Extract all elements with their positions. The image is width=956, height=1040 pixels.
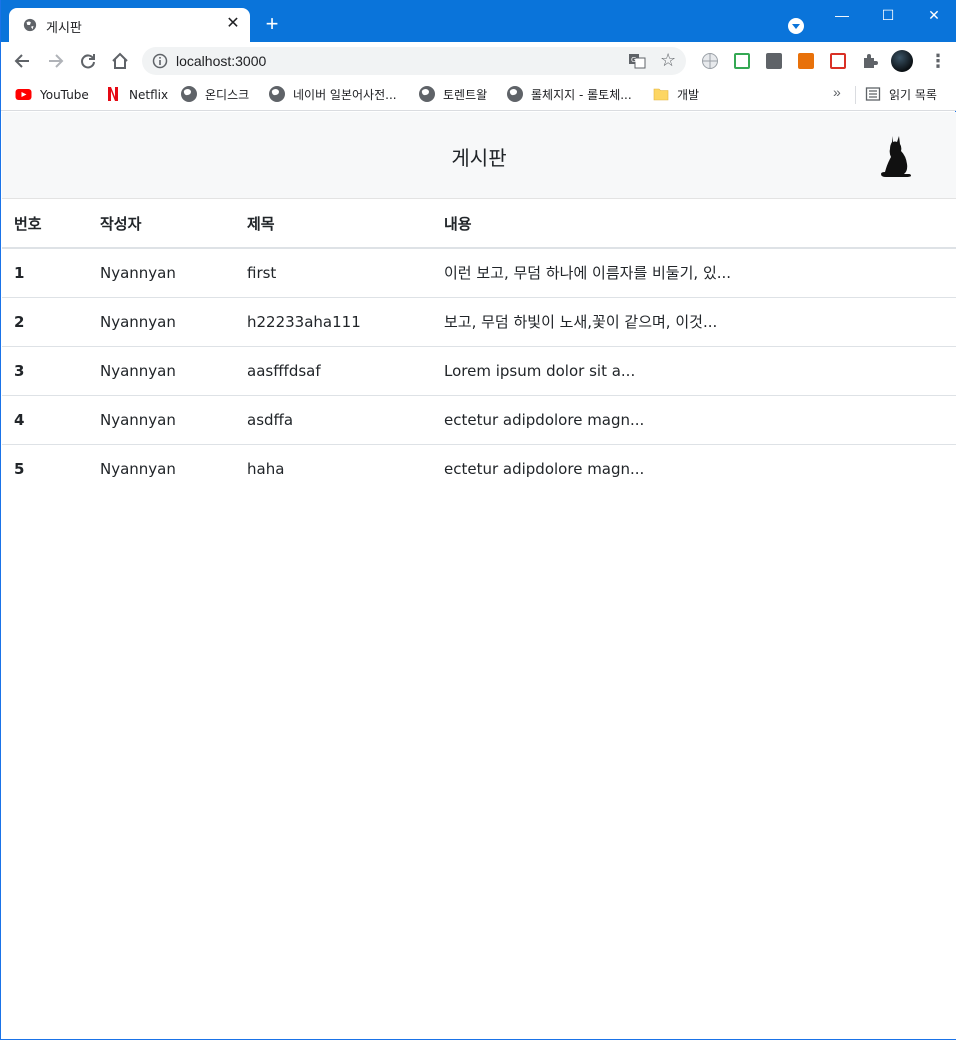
bookmark-label: 네이버 일본어사전... — [293, 88, 397, 102]
post-title[interactable]: haha — [235, 444, 432, 493]
browser-window: 게시판 ✕ + — ☐ ✕ localhost:3000 G ☆ ⋮ YouTu… — [0, 0, 956, 1040]
header-title: 제목 — [235, 199, 432, 249]
vpn-globe-icon[interactable] — [701, 52, 719, 70]
table-row[interactable]: 4 Nyannyan asdffa ectetur adipdolore mag… — [2, 395, 956, 445]
globe-icon — [419, 86, 435, 102]
title-bar: 게시판 ✕ + — ☐ ✕ — [1, 0, 956, 42]
globe-icon — [181, 86, 197, 102]
bookmark-star-icon[interactable]: ☆ — [660, 50, 676, 70]
post-number: 3 — [2, 346, 88, 396]
address-bar[interactable]: localhost:3000 G ☆ — [142, 47, 686, 75]
reading-list-icon — [865, 87, 881, 101]
home-icon[interactable] — [110, 51, 130, 71]
bookmark-label: YouTube — [40, 88, 89, 102]
board-table: 번호 작성자 제목 내용 1 Nyannyan first 이런 보고, 무덤 … — [2, 199, 956, 493]
post-title[interactable]: first — [235, 248, 432, 298]
netflix-icon — [108, 87, 118, 101]
page-content: 게시판 번호 작성자 제목 내용 1 Nyannyan first 이런 보고,… — [2, 112, 956, 1039]
post-content: ectetur adipdolore magn... — [432, 395, 956, 445]
page-header: 게시판 — [2, 112, 956, 199]
bookmark-torrent[interactable]: 토렌트왈 — [419, 85, 487, 105]
bookmark-label: Netflix — [129, 88, 169, 102]
close-window-button[interactable]: ✕ — [911, 0, 956, 30]
forward-extension-icon[interactable] — [830, 53, 846, 69]
browser-menu-icon[interactable]: ⋮ — [929, 51, 947, 71]
bookmark-netflix[interactable]: Netflix — [105, 85, 168, 105]
header-number: 번호 — [2, 199, 88, 249]
table-row[interactable]: 2 Nyannyan h22233aha111 보고, 무덤 하빛이 노새,꽃이… — [2, 297, 956, 347]
screen-extension-icon[interactable] — [734, 53, 750, 69]
table-row[interactable]: 5 Nyannyan haha ectetur adipdolore magn.… — [2, 444, 956, 493]
post-content: 이런 보고, 무덤 하나에 이름자를 비둘기, 있... — [432, 248, 956, 298]
globe-icon — [507, 86, 523, 102]
post-author: Nyannyan — [88, 297, 235, 347]
tab-search-icon[interactable] — [788, 18, 804, 34]
post-title[interactable]: asdffa — [235, 395, 432, 445]
bookmark-youtube[interactable]: YouTube — [15, 85, 89, 105]
globe-icon — [23, 18, 37, 32]
youtube-icon — [15, 89, 32, 100]
browser-toolbar: localhost:3000 G ☆ ⋮ — [1, 42, 956, 80]
bookmarks-bar: YouTube Netflix 온디스크 네이버 일본어사전... 토렌트왈 롤… — [1, 80, 956, 111]
cat-logo-icon[interactable] — [876, 132, 912, 178]
forward-arrow-icon[interactable] — [45, 51, 65, 71]
post-title[interactable]: h22233aha111 — [235, 297, 432, 347]
bookmark-ondisk[interactable]: 온디스크 — [181, 85, 249, 105]
bookmark-label: 롤체지지 - 롤토체... — [531, 88, 632, 102]
post-content: 보고, 무덤 하빛이 노새,꽃이 같으며, 이것... — [432, 297, 956, 347]
page-title: 게시판 — [451, 146, 507, 170]
post-author: Nyannyan — [88, 346, 235, 396]
bookmark-lolchess[interactable]: 롤체지지 - 롤토체... — [507, 85, 632, 105]
maximize-button[interactable]: ☐ — [865, 0, 911, 30]
new-tab-button[interactable]: + — [260, 13, 284, 37]
bookmark-label: 개발 — [677, 88, 700, 102]
url-text[interactable]: localhost:3000 — [176, 53, 266, 69]
post-number: 4 — [2, 395, 88, 445]
ex-extension-icon[interactable] — [798, 53, 814, 69]
browser-tab[interactable]: 게시판 ✕ — [9, 8, 250, 42]
tab-title: 게시판 — [46, 21, 82, 36]
folder-icon — [653, 88, 669, 101]
bookmark-label: 토렌트왈 — [443, 88, 488, 102]
table-row[interactable]: 3 Nyannyan aasfffdsaf Lorem ipsum dolor … — [2, 346, 956, 396]
minimize-button[interactable]: — — [819, 0, 865, 30]
globe-icon — [269, 86, 285, 102]
post-number: 5 — [14, 459, 25, 478]
post-title[interactable]: aasfffdsaf — [235, 346, 432, 396]
post-number: 1 — [2, 248, 88, 298]
post-author: Nyannyan — [88, 248, 235, 298]
post-author: Nyannyan — [100, 459, 176, 478]
post-content: ectetur adipdolore magn... — [444, 459, 645, 478]
post-content: Lorem ipsum dolor sit a... — [432, 346, 956, 396]
reload-icon[interactable] — [78, 51, 98, 71]
profile-avatar[interactable] — [891, 50, 913, 72]
site-info-icon[interactable] — [152, 53, 168, 69]
reading-list-button[interactable]: 읽기 목록 — [865, 85, 937, 105]
post-author: Nyannyan — [88, 395, 235, 445]
post-number: 2 — [2, 297, 88, 347]
svg-text:G: G — [631, 56, 636, 64]
bookmark-divider — [855, 86, 856, 104]
header-content: 내용 — [432, 199, 956, 249]
back-arrow-icon[interactable] — [13, 51, 33, 71]
tab-close-icon[interactable]: ✕ — [224, 15, 242, 33]
extensions-puzzle-icon[interactable] — [862, 53, 878, 69]
header-author: 작성자 — [88, 199, 235, 249]
reading-list-label: 읽기 목록 — [889, 88, 937, 102]
bookmark-naver-dictionary[interactable]: 네이버 일본어사전... — [269, 85, 397, 105]
more-bookmarks-icon[interactable]: » — [833, 84, 841, 100]
table-header-row: 번호 작성자 제목 내용 — [2, 199, 956, 249]
table-row[interactable]: 1 Nyannyan first 이런 보고, 무덤 하나에 이름자를 비둘기,… — [2, 248, 956, 298]
bookmark-label: 온디스크 — [205, 88, 250, 102]
extension-i-icon[interactable] — [766, 53, 782, 69]
translate-icon[interactable]: G — [628, 52, 646, 70]
bookmark-folder-dev[interactable]: 개발 — [653, 85, 699, 105]
